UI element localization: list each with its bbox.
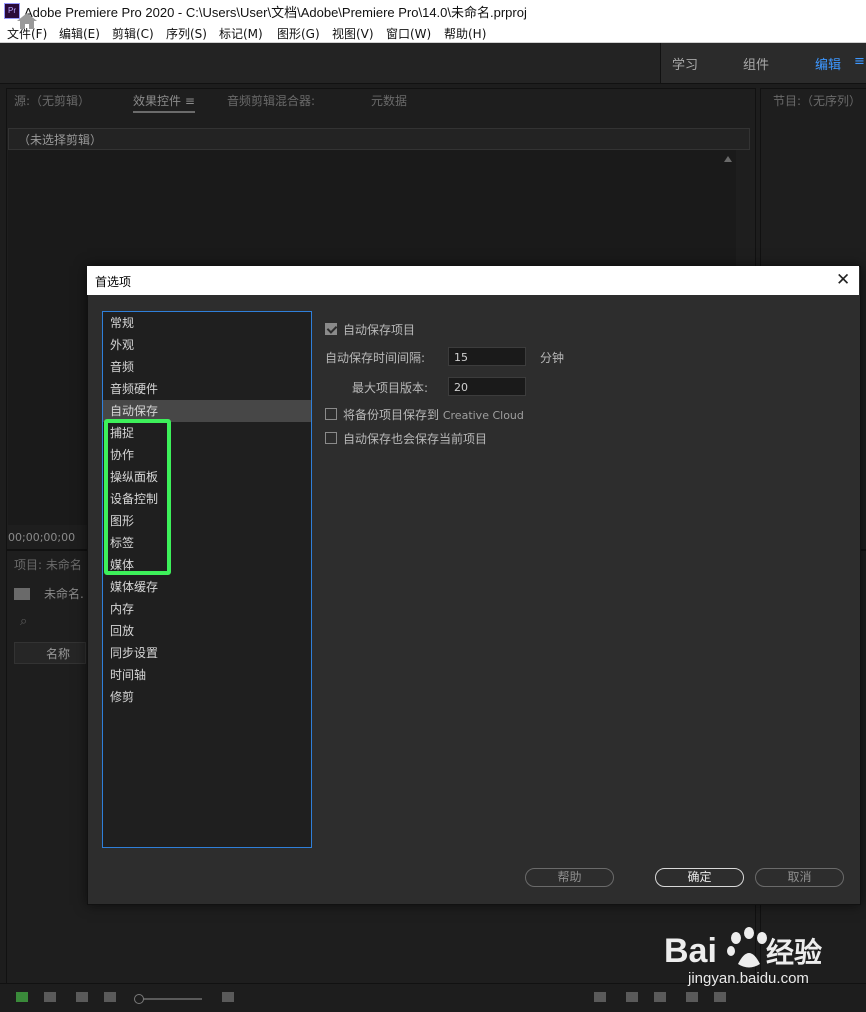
icon-view-icon[interactable]	[76, 992, 88, 1002]
category-timeline[interactable]: 时间轴	[103, 664, 311, 686]
new-bin-icon[interactable]	[654, 992, 666, 1002]
sort-icon[interactable]	[222, 992, 234, 1002]
clip-header-label: （未选择剪辑）	[18, 133, 103, 147]
home-icon[interactable]	[16, 12, 38, 30]
autosave-current-checkbox[interactable]	[325, 432, 337, 444]
project-name: 未命名.	[44, 587, 84, 601]
column-name-label: 名称	[46, 647, 71, 661]
workspace-menu-icon[interactable]: ≡	[854, 54, 865, 69]
zoom-slider-thumb[interactable]	[134, 994, 144, 1004]
workspace-tab-editing[interactable]: 编辑	[815, 54, 841, 73]
autosave-projects-checkbox[interactable]	[325, 323, 337, 335]
automate-to-sequence-icon[interactable]	[594, 992, 606, 1002]
scroll-up-icon[interactable]	[724, 156, 732, 162]
category-general[interactable]: 常规	[103, 312, 311, 334]
backup-to-cloud-checkbox[interactable]	[325, 408, 337, 420]
annotation-highlight-box	[104, 419, 171, 575]
menu-markers[interactable]: 标记(M)	[219, 25, 263, 42]
tab-audio-clip-mixer[interactable]: 音频剪辑混合器:	[227, 92, 315, 109]
new-item-icon[interactable]	[686, 992, 698, 1002]
tab-effect-controls-label: 效果控件	[133, 94, 182, 108]
cancel-button[interactable]: 取消	[755, 868, 844, 887]
autosave-interval-label: 自动保存时间间隔:	[325, 351, 426, 365]
timecode: 00;00;00;00	[8, 531, 76, 544]
clip-header	[8, 128, 750, 150]
autosave-interval-unit: 分钟	[540, 351, 565, 365]
ok-button[interactable]: 确定	[655, 868, 744, 887]
menu-sequence[interactable]: 序列(S)	[166, 25, 207, 42]
category-appearance[interactable]: 外观	[103, 334, 311, 356]
svg-text:经验: 经验	[766, 936, 822, 969]
category-audio-hardware[interactable]: 音频硬件	[103, 378, 311, 400]
project-folder-icon	[14, 588, 30, 600]
backup-to-cloud-label: 将备份项目保存到 Creative Cloud	[343, 406, 524, 423]
search-icon[interactable]: ⌕	[20, 614, 27, 629]
svg-text:Bai: Bai	[664, 932, 717, 970]
backup-to-cloud-text: 将备份项目保存到	[343, 408, 440, 422]
tab-program[interactable]: 节目:（无序列）	[773, 92, 861, 109]
workspace-tab-assembly[interactable]: 组件	[743, 54, 769, 73]
lock-icon[interactable]	[16, 992, 28, 1002]
category-trim[interactable]: 修剪	[103, 686, 311, 708]
menu-graphics[interactable]: 图形(G)	[277, 25, 320, 42]
category-media-cache[interactable]: 媒体缓存	[103, 576, 311, 598]
menu-help[interactable]: 帮助(H)	[444, 25, 486, 42]
creative-cloud-text: Creative Cloud	[442, 409, 524, 422]
max-versions-input[interactable]: 20	[448, 377, 526, 396]
autosave-projects-label: 自动保存项目	[343, 323, 416, 337]
tab-menu-icon[interactable]: ≡	[185, 94, 195, 108]
tab-project[interactable]: 项目: 未命名	[14, 556, 82, 573]
freeform-view-icon[interactable]	[104, 992, 116, 1002]
window-title: Adobe Premiere Pro 2020 - C:\Users\User\…	[24, 5, 527, 20]
trash-icon[interactable]	[714, 992, 726, 1002]
tab-metadata[interactable]: 元数据	[371, 92, 407, 109]
preferences-category-list: 常规 外观 音频 音频硬件 自动保存 捕捉 协作 操纵面板 设备控制 图形 标签…	[102, 311, 312, 848]
find-icon[interactable]	[626, 992, 638, 1002]
close-icon[interactable]: ✕	[836, 270, 850, 290]
menu-edit[interactable]: 编辑(E)	[59, 25, 100, 42]
watermark-url: jingyan.baidu.com	[688, 970, 809, 987]
category-playback[interactable]: 回放	[103, 620, 311, 642]
autosave-current-label: 自动保存也会保存当前项目	[343, 432, 488, 446]
category-memory[interactable]: 内存	[103, 598, 311, 620]
menu-clip[interactable]: 剪辑(C)	[112, 25, 154, 42]
menu-bar: 文件(F) 编辑(E) 剪辑(C) 序列(S) 标记(M) 图形(G) 视图(V…	[0, 22, 866, 43]
autosave-interval-input[interactable]: 15	[448, 347, 526, 366]
dialog-title-bar	[87, 266, 859, 295]
help-button[interactable]: 帮助	[525, 868, 614, 887]
menu-view[interactable]: 视图(V)	[332, 25, 374, 42]
max-versions-label: 最大项目版本:	[352, 381, 429, 395]
category-audio[interactable]: 音频	[103, 356, 311, 378]
menu-window[interactable]: 窗口(W)	[386, 25, 431, 42]
zoom-slider[interactable]	[138, 998, 202, 1000]
workspace-tab-learning[interactable]: 学习	[672, 54, 698, 73]
tab-source[interactable]: 源:（无剪辑）	[14, 92, 90, 109]
list-view-icon[interactable]	[44, 992, 56, 1002]
category-sync-settings[interactable]: 同步设置	[103, 642, 311, 664]
tab-effect-controls[interactable]: 效果控件 ≡	[133, 92, 195, 113]
divider	[660, 43, 661, 83]
dialog-title: 首选项	[95, 275, 132, 289]
